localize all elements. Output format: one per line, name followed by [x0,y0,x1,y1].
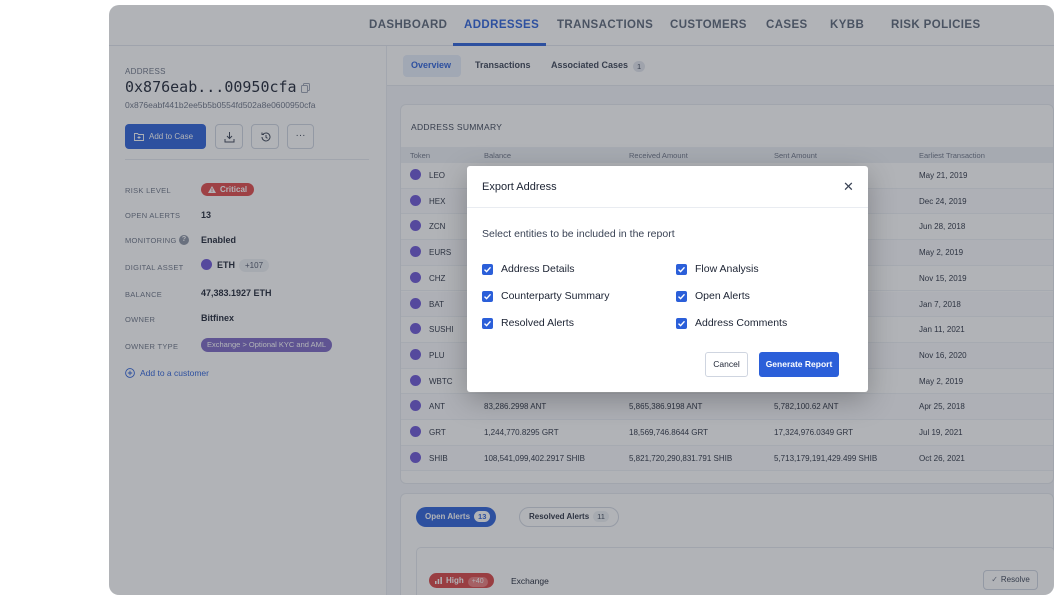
export-address-modal: Export Address ✕ Select entities to be i… [467,166,868,392]
generate-report-button[interactable]: Generate Report [759,352,839,377]
checkbox-counterparty-summary[interactable] [482,291,493,302]
checkbox-resolved-alerts[interactable] [482,318,493,329]
checkbox-label[interactable]: Counterparty Summary [501,290,610,302]
close-icon[interactable]: ✕ [843,179,854,195]
checkbox-label[interactable]: Open Alerts [695,290,750,302]
modal-header: Export Address ✕ [467,166,868,208]
checkbox-label[interactable]: Flow Analysis [695,263,759,275]
checkbox-address-details[interactable] [482,264,493,275]
cancel-button[interactable]: Cancel [705,352,748,377]
modal-subtitle: Select entities to be included in the re… [482,228,675,240]
checkbox-address-comments[interactable] [676,318,687,329]
checkbox-flow-analysis[interactable] [676,264,687,275]
checkbox-label[interactable]: Address Comments [695,317,787,329]
checkbox-label[interactable]: Resolved Alerts [501,317,574,329]
checkbox-label[interactable]: Address Details [501,263,575,275]
checkbox-open-alerts[interactable] [676,291,687,302]
modal-title: Export Address [482,181,557,193]
